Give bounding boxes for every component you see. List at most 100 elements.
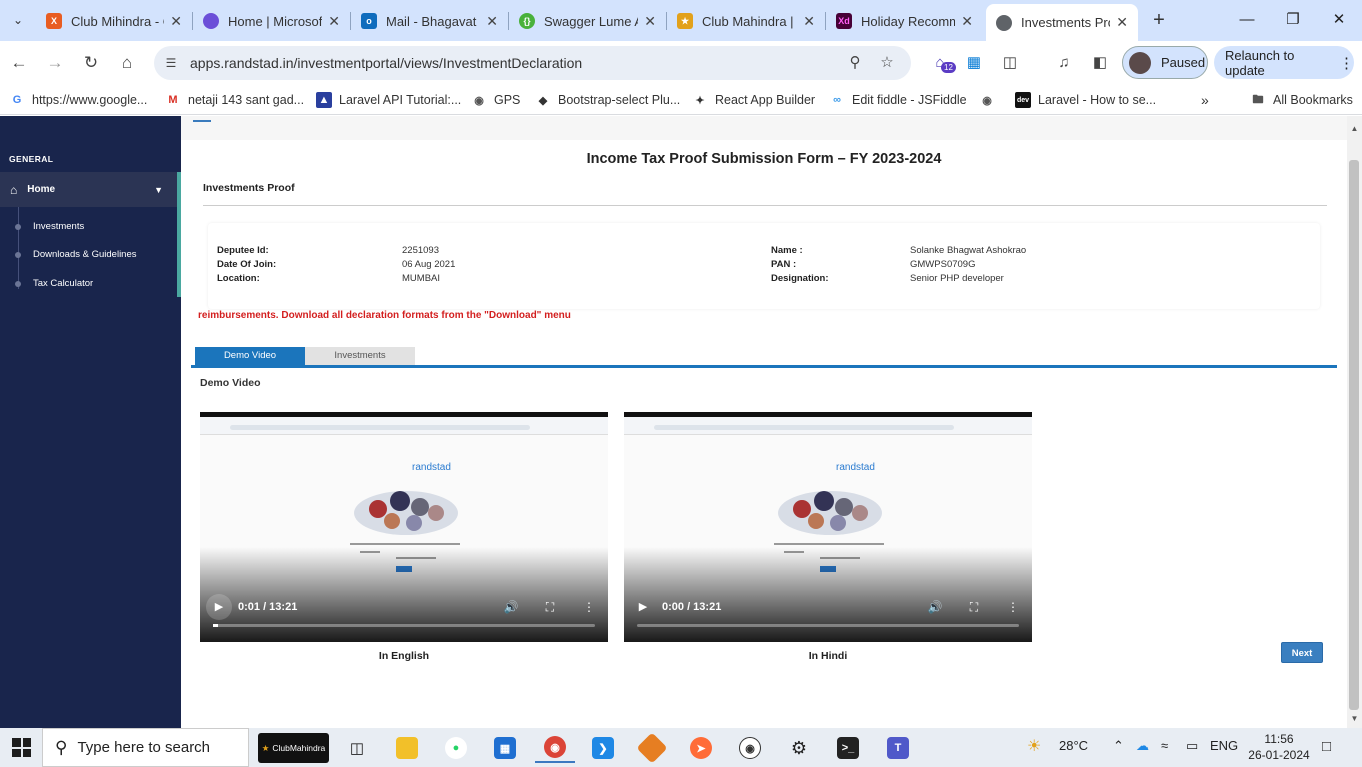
browser-tab[interactable]: Xd Holiday Recomm ✕ xyxy=(826,6,983,36)
settings-gear-icon[interactable]: ⚙ xyxy=(779,733,819,763)
task-view-icon[interactable]: ◫ xyxy=(337,733,377,763)
browser-tab[interactable]: X Club Mihindra - C ✕ xyxy=(36,6,192,36)
browser-tab[interactable]: ★ Club Mahindra | ✕ xyxy=(667,6,825,36)
bookmark-item[interactable]: ◉ GPS xyxy=(471,92,520,108)
minimize-icon[interactable]: — xyxy=(1224,6,1270,34)
show-hidden-icons-icon[interactable]: ⌃ xyxy=(1113,738,1124,754)
sidebar-item-tax-calculator[interactable]: Tax Calculator xyxy=(15,278,93,289)
close-tab-icon[interactable]: ✕ xyxy=(1116,14,1128,31)
extension-icon[interactable]: ⌂ 12 xyxy=(929,52,956,74)
teamviewer-icon[interactable]: ◉ xyxy=(730,733,770,763)
volume-icon[interactable]: 🔊 xyxy=(926,599,944,615)
more-bookmarks-icon[interactable]: » xyxy=(1201,92,1209,108)
scrollbar-thumb[interactable] xyxy=(1349,160,1359,710)
video-progress-bar[interactable] xyxy=(213,624,595,627)
media-control-icon[interactable]: ♫ xyxy=(1053,52,1075,74)
close-tab-icon[interactable]: ✕ xyxy=(961,13,973,30)
address-bar[interactable]: ☰ apps.randstad.in/investmentportal/view… xyxy=(154,46,911,80)
taskbar-search-box[interactable]: ⚲ Type here to search xyxy=(42,728,249,767)
scroll-up-icon[interactable]: ▲ xyxy=(1347,124,1362,136)
bookmark-icon: ▲ xyxy=(316,92,332,108)
weather-temp[interactable]: 28°C xyxy=(1059,738,1088,753)
chrome-icon[interactable]: ◉ xyxy=(535,733,575,763)
browser-tab-bar: ⌄ X Club Mihindra - C ✕ Home | Microsoft… xyxy=(0,0,1362,41)
tab-demo-video[interactable]: Demo Video xyxy=(195,347,305,365)
sidebar-item-downloads[interactable]: Downloads & Guidelines xyxy=(15,249,137,260)
next-button[interactable]: Next xyxy=(1281,642,1323,663)
zoom-icon[interactable]: ⚲ xyxy=(845,53,865,73)
sidebar-item-investments[interactable]: Investments xyxy=(15,221,84,232)
relaunch-button[interactable]: Relaunch to update ⋮ xyxy=(1214,46,1354,79)
microsoft-365-icon xyxy=(203,13,219,29)
reload-icon[interactable]: ↻ xyxy=(79,51,103,75)
bookmark-item[interactable]: ◉ xyxy=(979,92,1002,108)
video-menu-icon[interactable]: ⋮ xyxy=(580,599,598,615)
close-tab-icon[interactable]: ✕ xyxy=(486,13,498,30)
wifi-icon[interactable]: ≈ xyxy=(1161,738,1168,753)
bookmark-item[interactable]: M netaji 143 sant gad... xyxy=(165,92,304,108)
restore-icon[interactable]: ❐ xyxy=(1270,6,1316,34)
notifications-icon[interactable]: □ xyxy=(1322,738,1331,755)
terminal-icon[interactable]: >_ xyxy=(828,733,868,763)
scroll-down-icon[interactable]: ▼ xyxy=(1347,714,1362,726)
video-progress-bar[interactable] xyxy=(637,624,1019,627)
fullscreen-icon[interactable]: ⛶ xyxy=(965,599,983,615)
volume-icon[interactable]: 🔊 xyxy=(502,599,520,615)
bookmark-item[interactable]: ✦ React App Builder xyxy=(692,92,815,108)
video-frame-browser-bar xyxy=(624,417,1032,435)
calculator-app-icon[interactable]: ▦ xyxy=(485,733,525,763)
browser-tab-active[interactable]: Investments Pro ✕ xyxy=(986,4,1138,41)
taskbar-clock[interactable]: 11:56 26-01-2024 xyxy=(1245,731,1313,763)
browser-tab[interactable]: {} Swagger Lume A ✕ xyxy=(509,6,666,36)
bookmark-star-icon[interactable]: ☆ xyxy=(877,53,897,73)
side-panel-icon[interactable]: ◧ xyxy=(1089,52,1111,74)
browser-tab[interactable]: Home | Microsoft ✕ xyxy=(193,6,350,36)
tab-investments[interactable]: Investments xyxy=(305,347,415,365)
teams-icon[interactable]: T xyxy=(878,733,918,763)
video-menu-icon[interactable]: ⋮ xyxy=(1004,599,1022,615)
close-tab-icon[interactable]: ✕ xyxy=(803,13,815,30)
all-bookmarks-button[interactable]: 🖿 All Bookmarks xyxy=(1250,92,1353,108)
new-tab-icon[interactable]: + xyxy=(1147,8,1171,32)
home-icon[interactable]: ⌂ xyxy=(115,51,139,75)
tab-search-dropdown-icon[interactable]: ⌄ xyxy=(6,8,30,32)
play-icon[interactable]: ▶ xyxy=(630,594,656,620)
url-text[interactable]: apps.randstad.in/investmentportal/views/… xyxy=(190,55,582,71)
onedrive-icon[interactable]: ☁ xyxy=(1136,738,1149,754)
close-tab-icon[interactable]: ✕ xyxy=(328,13,340,30)
fullscreen-icon[interactable]: ⛶ xyxy=(541,599,559,615)
bullet-icon xyxy=(15,223,21,230)
extensions-puzzle-icon[interactable]: ◫ xyxy=(999,52,1021,74)
play-icon[interactable]: ▶ xyxy=(206,594,232,620)
browser-tab[interactable]: o Mail - Bhagavat ✕ xyxy=(351,6,508,36)
club-mahindra-taskbar-app[interactable]: ★ ClubMahindra xyxy=(258,733,329,763)
postman-icon[interactable]: ➤ xyxy=(681,733,721,763)
close-tab-icon[interactable]: ✕ xyxy=(170,13,182,30)
sidebar-item-home[interactable]: ⌂ Home ▼ xyxy=(0,172,177,207)
menu-kebab-icon[interactable]: ⋮ xyxy=(1339,54,1354,72)
bookmark-item[interactable]: ▲ Laravel API Tutorial:... xyxy=(316,92,461,108)
weather-icon[interactable]: ☀ xyxy=(1027,736,1041,756)
vscode-icon[interactable]: ❯ xyxy=(583,733,623,763)
bookmark-item[interactable]: dev Laravel - How to se... xyxy=(1015,92,1156,108)
forward-icon[interactable]: → xyxy=(43,51,67,75)
section-title: Investments Proof xyxy=(203,182,295,194)
sourcetree-icon[interactable] xyxy=(632,732,672,764)
battery-icon[interactable]: ▭ xyxy=(1186,738,1198,754)
language-indicator[interactable]: ENG xyxy=(1210,738,1238,753)
page-scrollbar[interactable]: ▲ ▼ xyxy=(1347,116,1362,728)
back-icon[interactable]: ← xyxy=(7,51,31,75)
close-tab-icon[interactable]: ✕ xyxy=(644,13,656,30)
file-explorer-icon[interactable] xyxy=(387,733,427,763)
profile-paused-button[interactable]: Paused xyxy=(1122,46,1208,79)
bookmark-item[interactable]: ∞ Edit fiddle - JSFiddle xyxy=(829,92,967,108)
bookmark-item[interactable]: G https://www.google... xyxy=(9,92,148,108)
bookmark-item[interactable]: ◆ Bootstrap-select Plu... xyxy=(535,92,681,108)
video-player-hindi[interactable]: randstad ▶ 0:00 / 13:21 🔊 ⛶ ⋮ xyxy=(624,412,1032,642)
close-window-icon[interactable]: ✕ xyxy=(1316,6,1362,34)
windows-start-icon[interactable] xyxy=(12,738,31,757)
windows-extension-icon[interactable]: ▦ xyxy=(963,52,985,74)
video-player-english[interactable]: randstad ▶ 0:01 / 13:21 🔊 ⛶ ⋮ xyxy=(200,412,608,642)
whatsapp-icon[interactable]: ● xyxy=(436,733,476,763)
site-info-icon[interactable]: ☰ xyxy=(162,54,180,72)
